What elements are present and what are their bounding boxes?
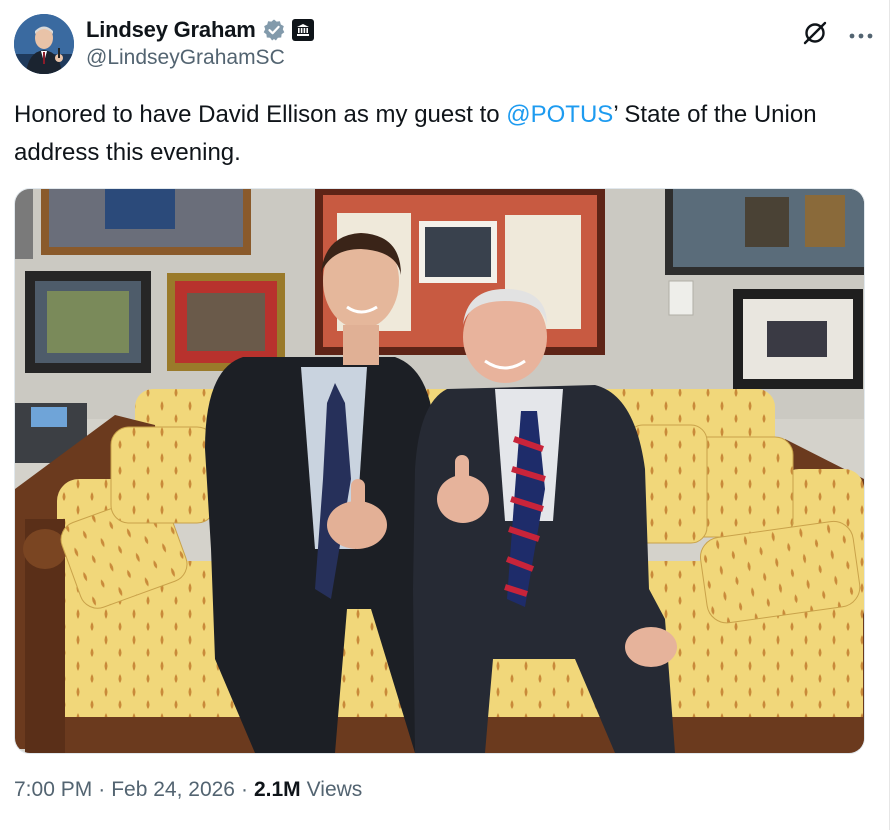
more-icon[interactable] [848, 27, 874, 45]
tweet-date[interactable]: Feb 24, 2026 [111, 778, 235, 802]
tweet-header: Lindsey Graham @LindseyGrahamSC [14, 14, 874, 74]
government-badge-icon [291, 19, 314, 41]
tweet-meta: 7:00 PM · Feb 24, 2026 · 2.1M Views [14, 778, 362, 802]
mention-link[interactable]: @POTUS [506, 101, 613, 128]
meta-separator: · [240, 778, 248, 801]
views-count[interactable]: 2.1M [254, 778, 301, 802]
tweet-time[interactable]: 7:00 PM [14, 778, 92, 802]
display-name[interactable]: Lindsey Graham [86, 17, 256, 43]
tweet-text-part: Honored to have David Ellison as my gues… [14, 101, 507, 128]
verified-badge-icon [262, 18, 286, 42]
tweet-photo[interactable] [14, 188, 865, 754]
avatar[interactable] [14, 14, 74, 74]
handle[interactable]: @LindseyGrahamSC [86, 46, 314, 70]
grok-icon[interactable] [800, 18, 830, 53]
tweet-text: Honored to have David Ellison as my gues… [14, 96, 854, 172]
views-label: Views [306, 778, 363, 801]
meta-separator: · [98, 778, 106, 801]
